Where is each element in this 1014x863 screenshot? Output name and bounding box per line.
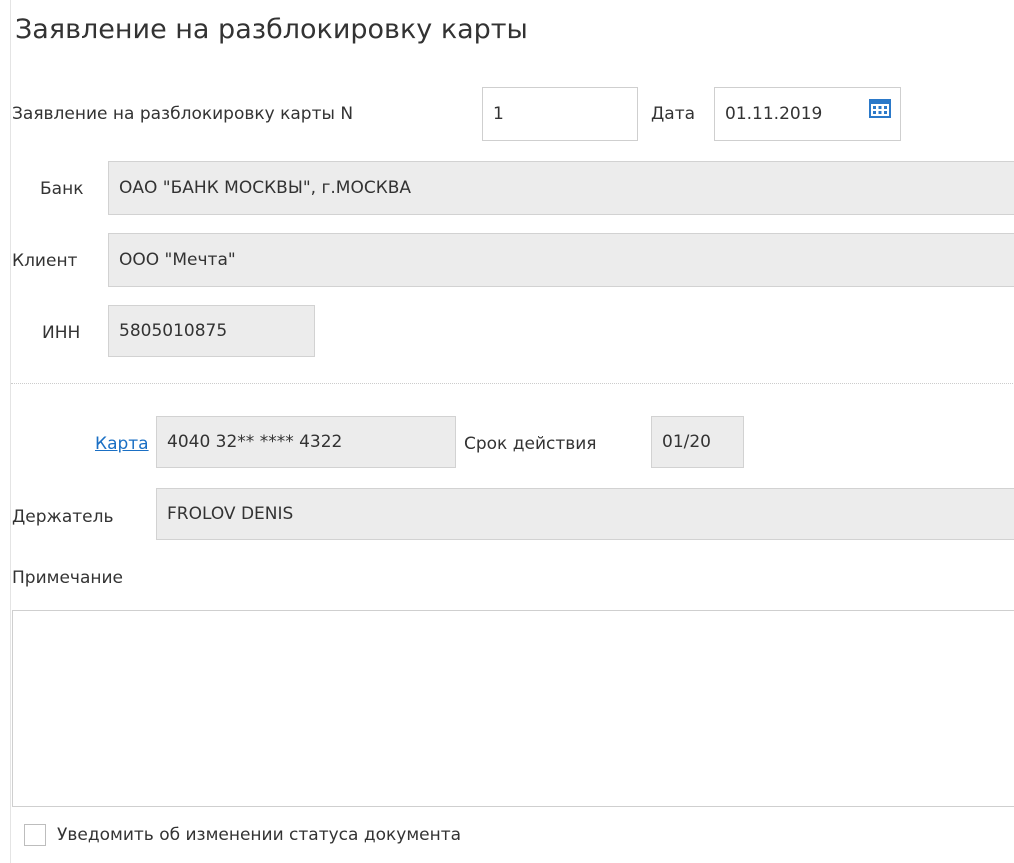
section-divider: [11, 383, 1014, 384]
expiry-field: 01/20: [651, 416, 744, 468]
client-value: ООО "Мечта": [119, 250, 236, 270]
holder-field: FROLOV DENIS: [156, 488, 1014, 540]
inn-field: 5805010875: [108, 305, 315, 357]
notify-checkbox[interactable]: [24, 824, 46, 846]
application-number-value: 1: [493, 104, 504, 124]
card-link[interactable]: Карта: [95, 434, 149, 454]
inn-label: ИНН: [42, 323, 81, 343]
page-title: Заявление на разблокировку карты: [15, 14, 528, 45]
date-input[interactable]: 01.11.2019: [714, 87, 901, 141]
note-label: Примечание: [12, 568, 123, 588]
notify-label: Уведомить об изменении статуса документа: [57, 825, 462, 845]
client-label: Клиент: [12, 251, 78, 271]
card-number-value: 4040 32** **** 4322: [167, 432, 343, 452]
date-value: 01.11.2019: [725, 104, 823, 124]
inn-value: 5805010875: [119, 321, 228, 341]
expiry-value: 01/20: [662, 432, 711, 452]
bank-field: ОАО "БАНК МОСКВЫ", г.МОСКВА: [108, 161, 1014, 215]
bank-label: Банк: [40, 179, 84, 199]
holder-label: Держатель: [12, 507, 114, 527]
date-label: Дата: [651, 104, 696, 124]
application-number-input[interactable]: 1: [482, 87, 638, 141]
card-number-field: 4040 32** **** 4322: [156, 416, 456, 468]
application-number-label: Заявление на разблокировку карты N: [12, 104, 354, 124]
calendar-icon[interactable]: [869, 98, 891, 118]
holder-value: FROLOV DENIS: [167, 504, 294, 524]
client-field: ООО "Мечта": [108, 233, 1014, 287]
bank-value: ОАО "БАНК МОСКВЫ", г.МОСКВА: [119, 178, 412, 198]
expiry-label: Срок действия: [464, 434, 597, 454]
note-textarea[interactable]: [12, 610, 1014, 807]
unblock-card-form: Заявление на разблокировку карты Заявлен…: [10, 0, 1014, 863]
